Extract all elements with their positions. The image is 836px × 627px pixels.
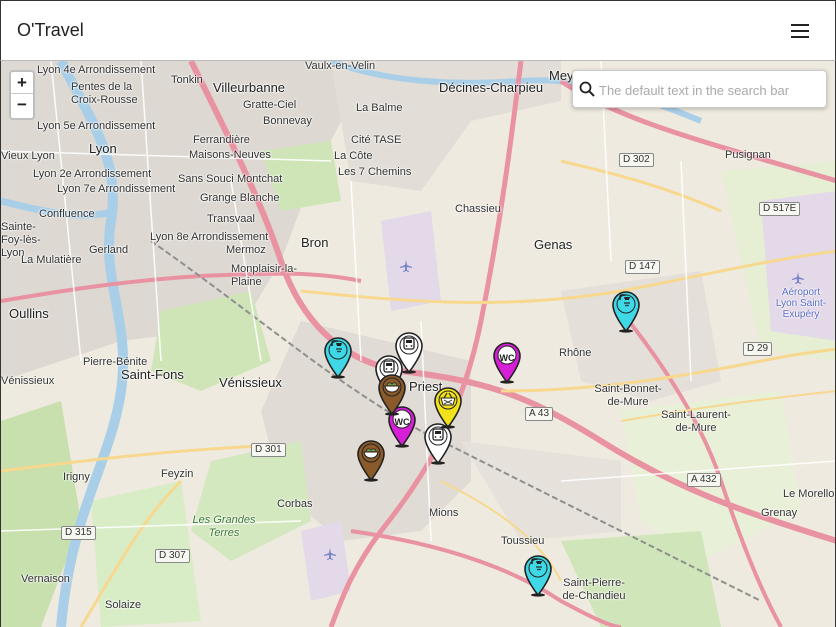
- road-shield: D 301: [251, 443, 286, 457]
- map-marker-basket[interactable]: [433, 387, 463, 429]
- map-marker-train[interactable]: [423, 423, 453, 465]
- road-shield: D 147: [625, 260, 660, 274]
- map-marker-shower[interactable]: [323, 337, 353, 379]
- map-label: Grange Blanche: [200, 192, 280, 204]
- map-label: Solaize: [105, 599, 142, 611]
- map-label: Saint-Pierre-de-Chandieu: [562, 577, 626, 602]
- map-label: Monplaisir-la-Plaine: [231, 263, 298, 288]
- search-input[interactable]: [599, 79, 821, 101]
- road-shield: D 302: [619, 153, 654, 167]
- map-label: La Mulatière: [21, 254, 82, 266]
- map-label: Bron: [301, 235, 329, 250]
- map-label: Pusignan: [725, 149, 771, 161]
- airport-label: Aéroport Lyon Saint-Exupéry: [775, 287, 827, 320]
- app-title: O'Travel: [17, 20, 84, 40]
- map-label: Rhône: [559, 347, 592, 359]
- map-marker-shower[interactable]: [611, 291, 641, 333]
- map-label: Lyon 4e Arrondissement: [37, 64, 156, 76]
- shower-icon: [612, 291, 640, 333]
- map-label: Saint-Laurent-de-Mure: [661, 409, 731, 434]
- search-bar: [572, 70, 827, 108]
- map-marker-shower[interactable]: [523, 555, 553, 597]
- map-label: Lyon 5e Arrondissement: [37, 120, 156, 132]
- map-label: Gerland: [89, 244, 129, 256]
- map-label: Maisons-Neuves: [189, 149, 271, 161]
- map-label: Chassieu: [455, 203, 501, 215]
- map-label: Mions: [429, 507, 459, 519]
- hamburger-menu-icon[interactable]: [791, 23, 809, 39]
- food-bowl-icon: [357, 440, 385, 482]
- map-label: Genas: [534, 237, 573, 252]
- svg-text:WC: WC: [395, 417, 410, 427]
- map-label: Sans Souci: [178, 173, 234, 185]
- map-marker-food[interactable]: [356, 440, 386, 482]
- map-label: Vaulx-en-Velin: [305, 61, 376, 72]
- shower-icon: [324, 337, 352, 379]
- map-label: Villeurbanne: [213, 80, 286, 95]
- shower-icon: [524, 555, 552, 597]
- map-label: Le Morellon: [783, 488, 836, 500]
- map-label: Les 7 Chemins: [338, 166, 412, 178]
- map-label: Grenay: [761, 507, 798, 519]
- map-label: Montchat: [237, 173, 283, 185]
- map-label: Décines-Charpieu: [439, 80, 544, 95]
- svg-text:WC: WC: [500, 353, 515, 363]
- road-shield: D 517E: [759, 202, 801, 216]
- road-shield: D 315: [61, 526, 96, 540]
- map-label: Lyon 8e Arrondissement: [150, 231, 269, 243]
- map-label: Feyzin: [161, 468, 194, 480]
- map-label: Vieux Lyon: [1, 150, 55, 162]
- map-label: Tonkin: [171, 74, 203, 86]
- map-label: Vénissieux: [219, 375, 282, 390]
- map-label: Pentes de la Croix-Rousse: [71, 81, 138, 106]
- road-shield: A 43: [525, 407, 554, 421]
- airport-icon: [400, 260, 412, 272]
- map-label: Corbas: [277, 498, 313, 510]
- wc-icon: WC: [493, 342, 521, 384]
- map-label: Saint-Fons: [121, 367, 184, 382]
- map-label: Lyon 2e Arrondissement: [33, 168, 152, 180]
- map-marker-toilet[interactable]: WC: [492, 342, 522, 384]
- map-label: Transvaal: [207, 213, 255, 225]
- map-label: Oullins: [9, 306, 49, 321]
- map-view[interactable]: Vaulx-en-Velin Lyon 4e Arrondissement To…: [0, 61, 836, 627]
- map-label: Saint-Bonnet-de-Mure: [594, 383, 662, 408]
- basket-icon: [434, 387, 462, 429]
- airport-icon: [792, 272, 804, 284]
- app-bar: O'Travel: [0, 0, 836, 61]
- map-label: Irigny: [63, 471, 90, 483]
- map-label: Toussieu: [501, 535, 545, 547]
- map-label: La Côte: [334, 150, 373, 162]
- train-icon: [424, 423, 452, 465]
- road-shield: D 29: [743, 342, 773, 356]
- map-label: Lyon: [89, 141, 117, 156]
- map-label: Ferrandière: [193, 134, 250, 146]
- park-label: Les Grandes Terres: [192, 514, 256, 539]
- map-label: Vénissieux: [1, 375, 55, 387]
- food-bowl-icon: [378, 374, 406, 416]
- map-label: La Balme: [356, 102, 403, 114]
- map-marker-food[interactable]: [377, 374, 407, 416]
- map-label: Bonnevay: [263, 115, 312, 127]
- map-label: Mermoz: [226, 244, 266, 256]
- zoom-in-button[interactable]: +: [11, 72, 33, 94]
- airport-icon: [324, 548, 336, 560]
- road-shield: D 307: [155, 549, 190, 563]
- search-icon[interactable]: [579, 81, 595, 97]
- zoom-control: + −: [9, 70, 35, 120]
- map-label: Vernaison: [21, 573, 70, 585]
- map-label: Cité TASE: [351, 134, 402, 146]
- zoom-out-button[interactable]: −: [11, 94, 33, 116]
- road-shield: A 432: [687, 473, 721, 487]
- map-label: Lyon 7e Arrondissement: [57, 183, 176, 195]
- map-label: Confluence: [39, 208, 95, 220]
- map-label: Gratte-Ciel: [243, 99, 297, 111]
